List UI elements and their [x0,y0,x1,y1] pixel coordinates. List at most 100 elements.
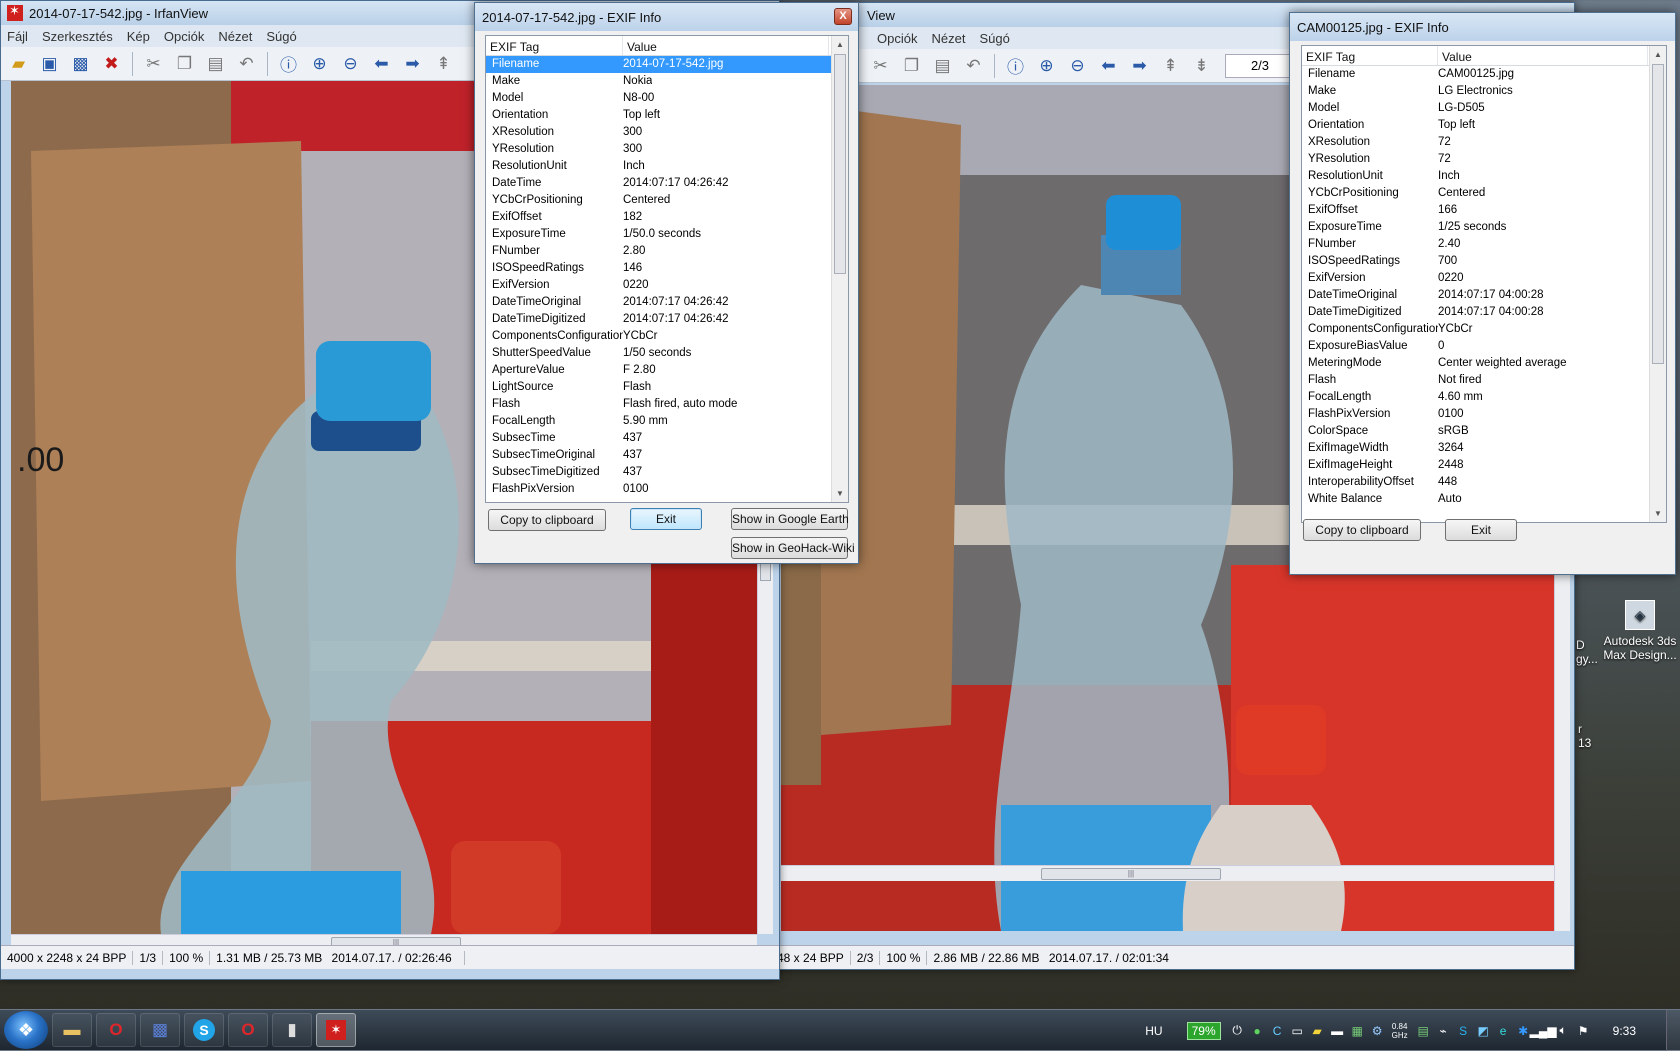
menu-options[interactable]: Opciók [164,29,204,44]
exif-row[interactable]: Filename CAM00125.jpg [1302,66,1666,83]
flag-icon[interactable]: ⚑ [1574,1021,1593,1040]
exif-row[interactable]: ExposureTime 1/50.0 seconds [486,226,848,243]
start-button[interactable]: ❖ [4,1011,48,1049]
slideshow-icon[interactable]: ▣ [36,51,63,77]
list-scrollbar[interactable]: ▲ ▼ [1649,46,1666,522]
exif-row[interactable]: FNumber 2.80 [486,243,848,260]
exif-row[interactable]: DateTimeDigitized 2014:07:17 04:00:28 [1302,304,1666,321]
exif-row[interactable]: ColorSpace sRGB [1302,423,1666,440]
exif-row[interactable]: DateTime 2014:07:17 04:26:42 [486,175,848,192]
clock[interactable]: 9:33 [1613,1024,1636,1038]
exif-row[interactable]: YResolution 72 [1302,151,1666,168]
tray-drive-icon[interactable]: ▬ [1328,1021,1347,1040]
exif-row[interactable]: ExifImageHeight 2448 [1302,457,1666,474]
undo-icon[interactable]: ↶ [960,53,987,79]
exif-row[interactable]: ExifVersion 0220 [1302,270,1666,287]
menu-view[interactable]: Nézet [218,29,252,44]
first-page-icon[interactable]: ⇞ [1157,53,1184,79]
exif-row[interactable]: FocalLength 5.90 mm [486,413,848,430]
exif-row[interactable]: ComponentsConfiguration YCbCr [1302,321,1666,338]
horizontal-scrollbar[interactable]: ||| [781,865,1554,881]
exif-row[interactable]: FNumber 2.40 [1302,236,1666,253]
language-indicator[interactable]: HU [1145,1024,1162,1038]
desktop-icon-autodesk[interactable]: ◈ Autodesk 3ds Max Design... [1600,600,1680,662]
last-page-icon[interactable]: ⇟ [1188,53,1215,79]
show-desktop-button[interactable] [1666,1010,1680,1051]
exif-row[interactable]: YResolution 300 [486,141,848,158]
tray-gpu-icon[interactable]: ▦ [1348,1021,1367,1040]
previous-arrow-icon[interactable]: ⬅ [1095,53,1122,79]
taskbar-irfanview[interactable]: ✶ [316,1013,356,1047]
tray-usb-icon[interactable]: ⌁ [1434,1021,1453,1040]
exif-list-left[interactable]: EXIF Tag Value Filename 2014-07-17-542.jp… [485,35,849,503]
column-value[interactable]: Value [623,36,829,55]
exif-row[interactable]: ComponentsConfiguration YCbCr [486,328,848,345]
copy-to-clipboard-button[interactable]: Copy to clipboard [488,509,606,531]
zoom-in-icon[interactable]: ⊕ [1033,53,1060,79]
network-icon[interactable]: ▂▄▆ [1530,1021,1557,1040]
exif-row[interactable]: LightSource Flash [486,379,848,396]
paste-icon[interactable]: ▤ [202,51,229,77]
column-exif-tag[interactable]: EXIF Tag [486,36,623,55]
exif-row[interactable]: Model N8-00 [486,90,848,107]
tray-gear-icon[interactable]: ⚙ [1368,1021,1387,1040]
show-in-geohack-button[interactable]: Show in GeoHack-Wiki [731,537,855,559]
dialog-title-bar[interactable]: CAM00125.jpg - EXIF Info [1290,13,1675,41]
dialog-title-bar[interactable]: 2014-07-17-542.jpg - EXIF Info [475,3,858,31]
taskbar-skype[interactable]: S [184,1013,224,1047]
taskbar-opera-2[interactable]: O [228,1013,268,1047]
first-page-icon[interactable]: ⇞ [430,51,457,77]
exif-row[interactable]: SubsecTimeOriginal 437 [486,447,848,464]
zoom-in-icon[interactable]: ⊕ [306,51,333,77]
cpu-speed[interactable]: 0.84 GHz [1387,1022,1413,1040]
exif-row[interactable]: InteroperabilityOffset 448 [1302,474,1666,491]
tray-folder-icon[interactable]: ▰ [1308,1021,1327,1040]
scroll-thumb[interactable] [834,54,846,274]
exif-row[interactable]: Make Nokia [486,73,848,90]
exif-row[interactable]: ExposureTime 1/25 seconds [1302,219,1666,236]
column-value[interactable]: Value [1438,46,1648,65]
exif-row[interactable]: Flash Not fired [1302,372,1666,389]
exif-row[interactable]: DateTimeDigitized 2014:07:17 04:26:42 [486,311,848,328]
exif-row[interactable]: FocalLength 4.60 mm [1302,389,1666,406]
open-folder-icon[interactable]: ▰ [5,51,32,77]
exif-row[interactable]: ExifOffset 166 [1302,202,1666,219]
menu-edit[interactable]: Szerkesztés [42,29,113,44]
menu-view[interactable]: Nézet [931,31,965,46]
exif-row[interactable]: Make LG Electronics [1302,83,1666,100]
exif-row[interactable]: ExifOffset 182 [486,209,848,226]
exit-button[interactable]: Exit [630,508,702,530]
info-icon[interactable]: ⓘ [1002,53,1029,79]
tray-skype-icon[interactable]: S [1454,1021,1473,1040]
cut-icon[interactable]: ✂ [140,51,167,77]
exif-row[interactable]: Orientation Top left [1302,117,1666,134]
exif-row[interactable]: DateTimeOriginal 2014:07:17 04:00:28 [1302,287,1666,304]
tray-app-icon[interactable]: ◩ [1474,1021,1493,1040]
exif-row[interactable]: White Balance Auto [1302,491,1666,508]
exif-row[interactable]: ResolutionUnit Inch [1302,168,1666,185]
exif-row[interactable]: Filename 2014-07-17-542.jpg [486,56,848,73]
copy-icon[interactable]: ❐ [898,53,925,79]
zoom-out-icon[interactable]: ⊖ [1064,53,1091,79]
exif-row[interactable]: ApertureValue F 2.80 [486,362,848,379]
exif-row[interactable]: XResolution 300 [486,124,848,141]
tray-meter-icon[interactable]: ▤ [1414,1021,1433,1040]
show-in-google-earth-button[interactable]: Show in Google Earth [731,508,849,530]
scroll-thumb[interactable]: ||| [1041,868,1221,880]
cut-icon[interactable]: ✂ [867,53,894,79]
exif-row[interactable]: Model LG-D505 [1302,100,1666,117]
exif-row[interactable]: ExifVersion 0220 [486,277,848,294]
exif-row[interactable]: YCbCrPositioning Centered [1302,185,1666,202]
menu-help[interactable]: Súgó [979,31,1009,46]
next-arrow-icon[interactable]: ➡ [1126,53,1153,79]
scroll-thumb[interactable] [760,561,771,581]
exif-row[interactable]: YCbCrPositioning Centered [486,192,848,209]
column-exif-tag[interactable]: EXIF Tag [1302,46,1438,65]
tray-c-icon[interactable]: C [1268,1021,1287,1040]
exif-row[interactable]: FlashPixVersion 0100 [486,481,848,498]
exif-row[interactable]: SubsecTimeDigitized 437 [486,464,848,481]
scroll-thumb[interactable] [1652,64,1664,364]
save-icon[interactable]: ▩ [67,51,94,77]
exif-row[interactable]: ISOSpeedRatings 700 [1302,253,1666,270]
menu-help[interactable]: Súgó [266,29,296,44]
